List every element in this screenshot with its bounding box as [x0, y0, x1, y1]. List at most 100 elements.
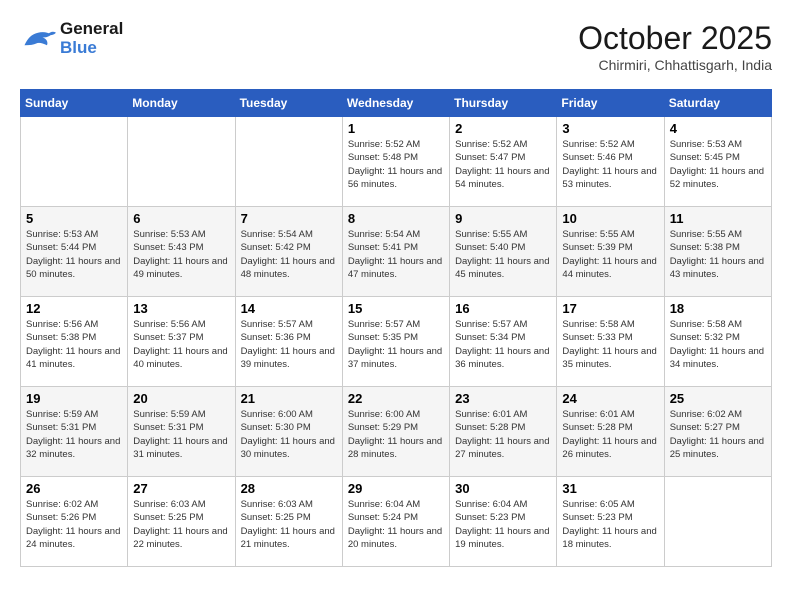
day-info: Sunrise: 5:54 AM Sunset: 5:42 PM Dayligh…	[241, 228, 337, 281]
day-number: 11	[670, 211, 766, 226]
calendar-week-row: 12 Sunrise: 5:56 AM Sunset: 5:38 PM Dayli…	[21, 297, 772, 387]
calendar-cell: 12 Sunrise: 5:56 AM Sunset: 5:38 PM Dayli…	[21, 297, 128, 387]
day-number: 30	[455, 481, 551, 496]
day-info: Sunrise: 6:04 AM Sunset: 5:24 PM Dayligh…	[348, 498, 444, 551]
calendar-cell: 14 Sunrise: 5:57 AM Sunset: 5:36 PM Dayli…	[235, 297, 342, 387]
day-number: 20	[133, 391, 229, 406]
weekday-header-wednesday: Wednesday	[342, 90, 449, 117]
day-number: 7	[241, 211, 337, 226]
calendar-cell: 15 Sunrise: 5:57 AM Sunset: 5:35 PM Dayli…	[342, 297, 449, 387]
day-number: 28	[241, 481, 337, 496]
day-info: Sunrise: 5:55 AM Sunset: 5:40 PM Dayligh…	[455, 228, 551, 281]
day-info: Sunrise: 5:56 AM Sunset: 5:37 PM Dayligh…	[133, 318, 229, 371]
day-number: 10	[562, 211, 658, 226]
calendar-cell: 10Sunrise: 5:55 AM Sunset: 5:39 PM Dayli…	[557, 207, 664, 297]
weekday-header-monday: Monday	[128, 90, 235, 117]
calendar-cell	[21, 117, 128, 207]
calendar-cell: 22 Sunrise: 6:00 AM Sunset: 5:29 PM Dayli…	[342, 387, 449, 477]
day-number: 2	[455, 121, 551, 136]
day-info: Sunrise: 5:53 AM Sunset: 5:44 PM Dayligh…	[26, 228, 122, 281]
day-number: 19	[26, 391, 122, 406]
day-info: Sunrise: 5:52 AM Sunset: 5:48 PM Dayligh…	[348, 138, 444, 191]
calendar-cell: 30 Sunrise: 6:04 AM Sunset: 5:23 PM Dayli…	[450, 477, 557, 567]
calendar-cell	[235, 117, 342, 207]
day-number: 31	[562, 481, 658, 496]
weekday-header-saturday: Saturday	[664, 90, 771, 117]
day-number: 29	[348, 481, 444, 496]
day-info: Sunrise: 6:00 AM Sunset: 5:29 PM Dayligh…	[348, 408, 444, 461]
calendar-cell: 19 Sunrise: 5:59 AM Sunset: 5:31 PM Dayli…	[21, 387, 128, 477]
day-info: Sunrise: 5:57 AM Sunset: 5:34 PM Dayligh…	[455, 318, 551, 371]
calendar-cell: 25 Sunrise: 6:02 AM Sunset: 5:27 PM Dayli…	[664, 387, 771, 477]
day-number: 8	[348, 211, 444, 226]
day-number: 15	[348, 301, 444, 316]
day-number: 14	[241, 301, 337, 316]
calendar-cell: 6Sunrise: 5:53 AM Sunset: 5:43 PM Daylig…	[128, 207, 235, 297]
weekday-header-sunday: Sunday	[21, 90, 128, 117]
day-number: 12	[26, 301, 122, 316]
calendar-cell: 1 Sunrise: 5:52 AM Sunset: 5:48 PM Daylig…	[342, 117, 449, 207]
weekday-header-tuesday: Tuesday	[235, 90, 342, 117]
calendar-cell: 8 Sunrise: 5:54 AM Sunset: 5:41 PM Daylig…	[342, 207, 449, 297]
day-info: Sunrise: 5:53 AM Sunset: 5:45 PM Dayligh…	[670, 138, 766, 191]
logo: General Blue	[20, 20, 123, 57]
calendar-cell: 27Sunrise: 6:03 AM Sunset: 5:25 PM Dayli…	[128, 477, 235, 567]
day-number: 22	[348, 391, 444, 406]
day-info: Sunrise: 5:52 AM Sunset: 5:47 PM Dayligh…	[455, 138, 551, 191]
logo-text: General Blue	[60, 20, 123, 57]
month-title: October 2025	[578, 20, 772, 57]
day-number: 13	[133, 301, 229, 316]
day-number: 25	[670, 391, 766, 406]
day-info: Sunrise: 6:02 AM Sunset: 5:27 PM Dayligh…	[670, 408, 766, 461]
day-info: Sunrise: 5:58 AM Sunset: 5:33 PM Dayligh…	[562, 318, 658, 371]
calendar-cell: 11 Sunrise: 5:55 AM Sunset: 5:38 PM Dayli…	[664, 207, 771, 297]
header: General Blue October 2025 Chirmiri, Chha…	[20, 20, 772, 73]
calendar-cell: 28Sunrise: 6:03 AM Sunset: 5:25 PM Dayli…	[235, 477, 342, 567]
day-info: Sunrise: 6:02 AM Sunset: 5:26 PM Dayligh…	[26, 498, 122, 551]
calendar-cell: 20 Sunrise: 5:59 AM Sunset: 5:31 PM Dayli…	[128, 387, 235, 477]
weekday-header-friday: Friday	[557, 90, 664, 117]
calendar-cell: 18 Sunrise: 5:58 AM Sunset: 5:32 PM Dayli…	[664, 297, 771, 387]
day-number: 3	[562, 121, 658, 136]
day-info: Sunrise: 5:56 AM Sunset: 5:38 PM Dayligh…	[26, 318, 122, 371]
day-info: Sunrise: 6:00 AM Sunset: 5:30 PM Dayligh…	[241, 408, 337, 461]
day-info: Sunrise: 5:54 AM Sunset: 5:41 PM Dayligh…	[348, 228, 444, 281]
day-number: 17	[562, 301, 658, 316]
calendar-cell	[664, 477, 771, 567]
calendar-cell: 24 Sunrise: 6:01 AM Sunset: 5:28 PM Dayli…	[557, 387, 664, 477]
calendar-cell	[128, 117, 235, 207]
calendar-cell: 16 Sunrise: 5:57 AM Sunset: 5:34 PM Dayli…	[450, 297, 557, 387]
calendar-cell: 21 Sunrise: 6:00 AM Sunset: 5:30 PM Dayli…	[235, 387, 342, 477]
logo-icon	[20, 25, 56, 53]
day-info: Sunrise: 6:03 AM Sunset: 5:25 PM Dayligh…	[133, 498, 229, 551]
calendar-cell: 4 Sunrise: 5:53 AM Sunset: 5:45 PM Daylig…	[664, 117, 771, 207]
weekday-header-row: SundayMondayTuesdayWednesdayThursdayFrid…	[21, 90, 772, 117]
day-info: Sunrise: 6:04 AM Sunset: 5:23 PM Dayligh…	[455, 498, 551, 551]
day-number: 16	[455, 301, 551, 316]
day-number: 21	[241, 391, 337, 406]
day-number: 1	[348, 121, 444, 136]
day-info: Sunrise: 5:55 AM Sunset: 5:38 PM Dayligh…	[670, 228, 766, 281]
day-number: 23	[455, 391, 551, 406]
day-info: Sunrise: 6:01 AM Sunset: 5:28 PM Dayligh…	[455, 408, 551, 461]
calendar-week-row: 1 Sunrise: 5:52 AM Sunset: 5:48 PM Daylig…	[21, 117, 772, 207]
calendar-cell: 9 Sunrise: 5:55 AM Sunset: 5:40 PM Daylig…	[450, 207, 557, 297]
day-number: 5	[26, 211, 122, 226]
day-number: 4	[670, 121, 766, 136]
day-number: 18	[670, 301, 766, 316]
calendar-cell: 3Sunrise: 5:52 AM Sunset: 5:46 PM Daylig…	[557, 117, 664, 207]
day-info: Sunrise: 5:57 AM Sunset: 5:35 PM Dayligh…	[348, 318, 444, 371]
day-info: Sunrise: 6:01 AM Sunset: 5:28 PM Dayligh…	[562, 408, 658, 461]
calendar-week-row: 5 Sunrise: 5:53 AM Sunset: 5:44 PM Daylig…	[21, 207, 772, 297]
calendar-cell: 7 Sunrise: 5:54 AM Sunset: 5:42 PM Daylig…	[235, 207, 342, 297]
day-info: Sunrise: 5:58 AM Sunset: 5:32 PM Dayligh…	[670, 318, 766, 371]
day-number: 24	[562, 391, 658, 406]
calendar-cell: 2 Sunrise: 5:52 AM Sunset: 5:47 PM Daylig…	[450, 117, 557, 207]
day-info: Sunrise: 5:59 AM Sunset: 5:31 PM Dayligh…	[133, 408, 229, 461]
day-info: Sunrise: 5:57 AM Sunset: 5:36 PM Dayligh…	[241, 318, 337, 371]
calendar-cell: 17 Sunrise: 5:58 AM Sunset: 5:33 PM Dayli…	[557, 297, 664, 387]
day-number: 9	[455, 211, 551, 226]
day-info: Sunrise: 5:59 AM Sunset: 5:31 PM Dayligh…	[26, 408, 122, 461]
calendar-table: SundayMondayTuesdayWednesdayThursdayFrid…	[20, 89, 772, 567]
day-info: Sunrise: 6:05 AM Sunset: 5:23 PM Dayligh…	[562, 498, 658, 551]
